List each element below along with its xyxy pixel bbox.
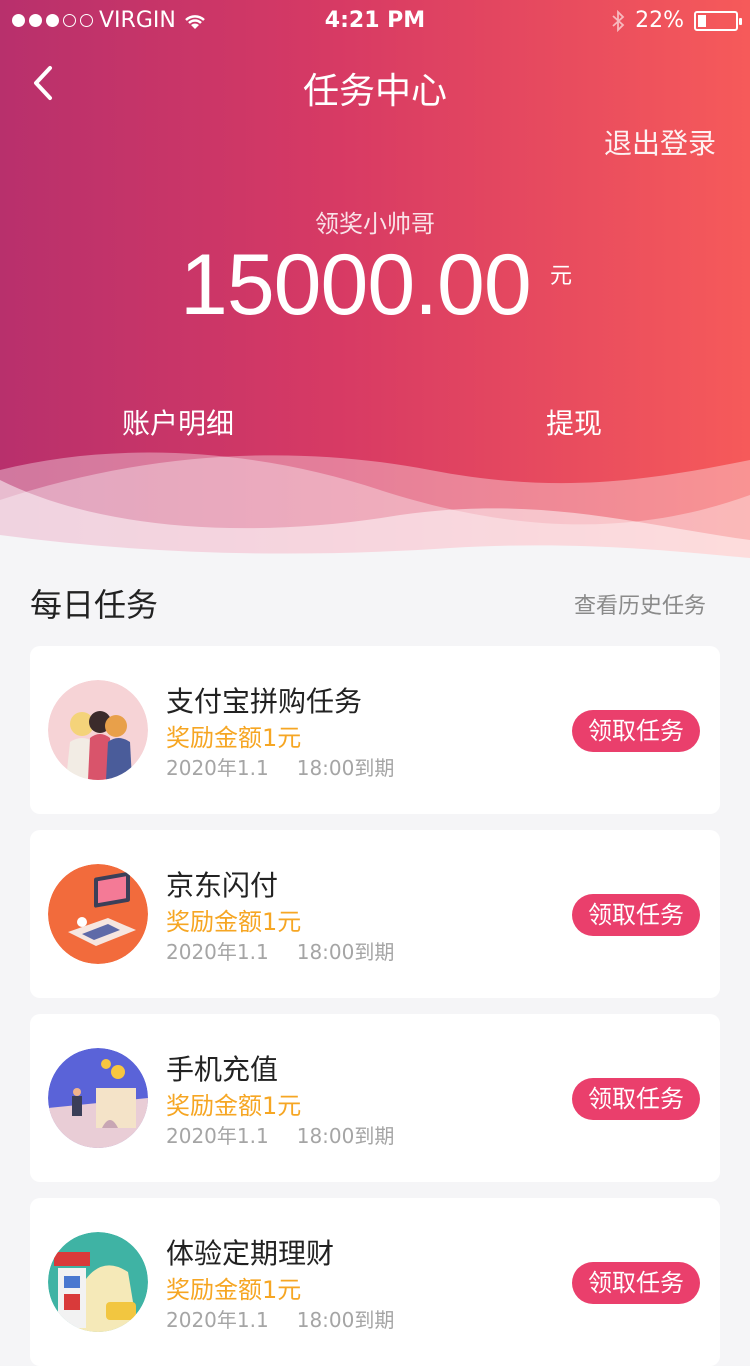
- wave-decoration: [0, 452, 750, 560]
- claim-task-button[interactable]: 领取任务: [572, 894, 700, 936]
- task-deadline-time: 18:00到期: [296, 756, 395, 780]
- claim-task-button[interactable]: 领取任务: [572, 1078, 700, 1120]
- task-deadline-time: 18:00到期: [296, 940, 395, 964]
- battery-percent: 22%: [635, 8, 684, 33]
- task-name: 京东闪付: [166, 869, 279, 902]
- task-deadline-time: 18:00到期: [296, 1308, 395, 1332]
- task-card[interactable]: 手机充值 奖励金额1元 2020年1.1 18:00到期 领取任务: [30, 1014, 720, 1182]
- task-reward: 奖励金额1元: [166, 908, 302, 936]
- withdraw-button[interactable]: 提现: [546, 402, 602, 442]
- task-card[interactable]: 体验定期理财 奖励金额1元 2020年1.1 18:00到期 领取任务: [30, 1198, 720, 1366]
- page-title: 任务中心: [302, 71, 447, 112]
- task-thumbnail: [48, 680, 148, 780]
- task-date: 2020年1.1: [166, 1124, 269, 1148]
- task-card[interactable]: 支付宝拼购任务 奖励金额1元 2020年1.1 18:00到期 领取任务: [30, 646, 720, 814]
- battery-icon: [694, 10, 742, 31]
- logout-button[interactable]: 退出登录: [604, 122, 716, 162]
- claim-task-button[interactable]: 领取任务: [572, 710, 700, 752]
- balance-amount: 15000.00: [180, 237, 532, 333]
- task-date: 2020年1.1: [166, 756, 269, 780]
- section-title: 每日任务: [30, 586, 159, 624]
- task-date: 2020年1.1: [166, 940, 269, 964]
- user-nickname: 领奖小帅哥: [315, 210, 435, 238]
- task-name: 体验定期理财: [166, 1237, 335, 1270]
- header-banner: VIRGIN 4:21 PM 22% 任务中心 退出登录 领奖小帅哥 15000…: [0, 0, 750, 560]
- task-deadline: 2020年1.1 18:00到期: [166, 936, 394, 965]
- task-deadline: 2020年1.1 18:00到期: [166, 1120, 394, 1149]
- task-name: 手机充值: [166, 1053, 279, 1086]
- task-deadline: 2020年1.1 18:00到期: [166, 752, 394, 781]
- task-deadline: 2020年1.1 18:00到期: [166, 1304, 394, 1333]
- task-thumbnail: [48, 1232, 148, 1332]
- currency-unit: 元: [550, 264, 573, 289]
- task-reward: 奖励金额1元: [166, 1276, 302, 1304]
- claim-task-button[interactable]: 领取任务: [572, 1262, 700, 1304]
- status-bar: VIRGIN 4:21 PM 22%: [0, 0, 750, 40]
- task-deadline-time: 18:00到期: [296, 1124, 395, 1148]
- task-date: 2020年1.1: [166, 1308, 269, 1332]
- bluetooth-icon: [612, 9, 625, 32]
- daily-tasks-header: 每日任务 查看历史任务: [30, 578, 720, 628]
- history-tasks-link[interactable]: 查看历史任务: [574, 588, 706, 620]
- task-thumbnail: [48, 864, 148, 964]
- task-card[interactable]: 京东闪付 奖励金额1元 2020年1.1 18:00到期 领取任务: [30, 830, 720, 998]
- account-detail-button[interactable]: 账户明细: [122, 402, 234, 442]
- task-reward: 奖励金额1元: [166, 724, 302, 752]
- task-reward: 奖励金额1元: [166, 1092, 302, 1120]
- task-name: 支付宝拼购任务: [166, 685, 363, 718]
- task-thumbnail: [48, 1048, 148, 1148]
